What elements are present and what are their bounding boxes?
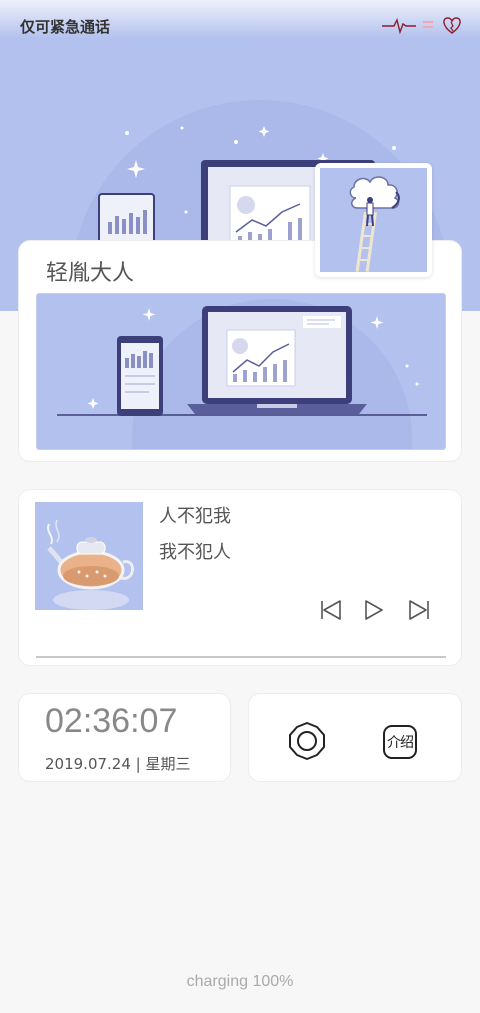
emergency-call-label: 仅可紧急通话 <box>20 18 111 36</box>
devices-svg <box>37 294 445 449</box>
cloud-ladder-illustration <box>320 168 427 272</box>
clock-time: 02:36:07 <box>45 702 178 740</box>
album-art[interactable] <box>35 502 143 610</box>
music-card: 人不犯我 我不犯人 <box>18 489 462 666</box>
charging-icon <box>423 21 433 28</box>
charging-status: charging 100% <box>186 973 294 990</box>
next-icon[interactable] <box>407 598 431 622</box>
song-title: 人不犯我 <box>159 506 231 527</box>
actions-card: 介绍 <box>248 693 462 782</box>
song-artist: 我不犯人 <box>159 542 231 563</box>
clock-card: 02:36:07 2019.07.24 | 星期三 <box>18 693 231 782</box>
cloud-thumbnail[interactable] <box>315 163 432 277</box>
previous-icon[interactable] <box>319 598 343 622</box>
clock-date: 2019.07.24 | 星期三 <box>45 755 191 773</box>
settings-icon[interactable] <box>287 721 327 761</box>
banner-title: 轻胤大人 <box>46 261 135 286</box>
heart-icon <box>443 17 461 34</box>
heartbeat-icon <box>382 17 416 35</box>
play-icon[interactable] <box>361 598 385 622</box>
teapot-photo <box>35 502 143 610</box>
intro-button[interactable]: 介绍 <box>383 725 417 759</box>
devices-illustration <box>36 293 446 450</box>
status-bar: 仅可紧急通话 <box>0 0 480 50</box>
playback-progress-bar[interactable] <box>36 656 446 658</box>
status-icons <box>382 14 462 36</box>
